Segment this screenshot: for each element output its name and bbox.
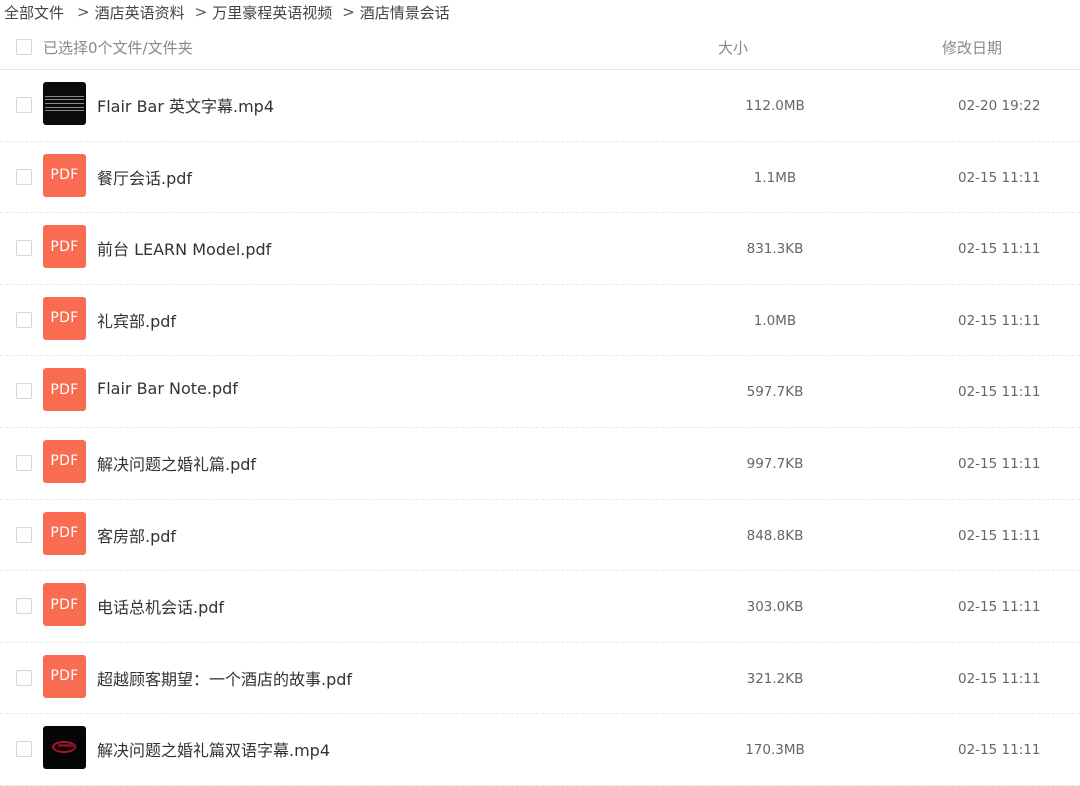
file-row[interactable]: PDF 餐厅会话.pdf 1.1MB 02-15 11:11 [0,142,1080,214]
breadcrumb-item-current-folder[interactable]: 酒店情景会话 [360,2,450,23]
pdf-file-icon[interactable]: PDF [43,654,86,698]
file-row[interactable]: PDF 电话总机会话.pdf 303.0KB 02-15 11:11 [0,571,1080,643]
file-size: 997.7KB [746,455,804,472]
file-row[interactable]: PDF Flair Bar Note.pdf 597.7KB 02-15 11:… [0,356,1080,428]
file-size: 303.0KB [746,599,804,616]
file-name[interactable]: 电话总机会话.pdf [97,594,224,618]
file-row[interactable]: PDF 客房部.pdf 848.8KB 02-15 11:11 [0,500,1080,572]
row-checkbox[interactable] [16,526,32,543]
file-modified-date: 02-15 11:11 [958,455,1041,472]
file-list-header: 已选择0个文件/文件夹 大小 修改日期 [0,30,1080,70]
breadcrumb-item-hotel-english[interactable]: 酒店英语资料 [95,2,185,23]
file-modified-date: 02-15 11:11 [958,670,1041,687]
video-thumbnail-icon[interactable] [43,726,86,770]
file-modified-date: 02-15 11:11 [958,599,1041,616]
video-thumbnail-icon[interactable] [43,82,86,125]
file-name[interactable]: 超越顾客期望：一个酒店的故事.pdf [97,666,352,690]
breadcrumb-separator: > [77,3,90,21]
file-modified-date: 02-15 11:11 [958,312,1041,329]
file-modified-date: 02-20 19:22 [958,98,1041,114]
breadcrumb-item-video-folder[interactable]: 万里豪程英语视频 [212,2,332,23]
row-checkbox[interactable] [16,97,32,113]
file-name[interactable]: 餐厅会话.pdf [97,165,192,189]
pdf-file-icon[interactable]: PDF [43,368,86,412]
breadcrumb-separator: > [342,3,355,21]
row-checkbox[interactable] [16,741,32,758]
file-list: Flair Bar 英文字幕.mp4 112.0MB 02-20 19:22 P… [0,70,1080,786]
pdf-file-icon[interactable]: PDF [43,153,86,197]
row-checkbox[interactable] [16,454,32,471]
file-size: 170.3MB [745,742,805,759]
column-header-modified-date[interactable]: 修改日期 [942,37,1002,58]
row-checkbox[interactable] [16,669,32,686]
column-header-size[interactable]: 大小 [718,37,748,58]
breadcrumb-separator: > [194,3,208,21]
pdf-file-icon[interactable]: PDF [43,511,86,555]
file-name[interactable]: 前台 LEARN Model.pdf [97,236,271,260]
file-modified-date: 02-15 11:11 [958,527,1041,544]
select-all-checkbox[interactable] [16,39,32,55]
file-size: 848.8KB [746,527,804,544]
file-modified-date: 02-15 11:11 [958,169,1041,186]
file-size: 112.0MB [745,98,805,114]
pdf-file-icon[interactable]: PDF [43,583,86,627]
row-checkbox[interactable] [16,598,32,615]
breadcrumb: 全部文件 > 酒店英语资料 > 万里豪程英语视频 > 酒店情景会话 [4,1,450,23]
selection-count-label: 已选择0个文件/文件夹 [43,39,193,57]
file-size: 597.7KB [746,384,804,401]
file-size: 321.2KB [746,670,804,687]
file-size: 1.1MB [753,169,797,186]
row-checkbox[interactable] [16,168,32,185]
file-name[interactable]: Flair Bar Note.pdf [97,379,238,398]
pdf-file-icon[interactable]: PDF [43,296,86,340]
row-checkbox[interactable] [16,311,32,328]
file-modified-date: 02-15 11:11 [958,384,1041,401]
file-size: 1.0MB [753,312,797,329]
pdf-file-icon[interactable]: PDF [43,439,86,483]
file-row[interactable]: Flair Bar 英文字幕.mp4 112.0MB 02-20 19:22 [0,70,1080,142]
file-row[interactable]: PDF 超越顾客期望：一个酒店的故事.pdf 321.2KB 02-15 11:… [0,643,1080,715]
file-name[interactable]: 礼宾部.pdf [97,308,176,332]
file-row[interactable]: PDF 礼宾部.pdf 1.0MB 02-15 11:11 [0,285,1080,357]
file-size: 831.3KB [746,241,804,258]
file-row[interactable]: 解决问题之婚礼篇双语字幕.mp4 170.3MB 02-15 11:11 [0,714,1080,786]
file-modified-date: 02-15 11:11 [958,742,1041,759]
file-name[interactable]: Flair Bar 英文字幕.mp4 [97,93,274,117]
breadcrumb-item-all-files[interactable]: 全部文件 [4,2,64,23]
pdf-file-icon[interactable]: PDF [43,225,86,269]
file-name[interactable]: 解决问题之婚礼篇双语字幕.mp4 [97,737,330,761]
row-checkbox[interactable] [16,383,32,400]
file-row[interactable]: PDF 解决问题之婚礼篇.pdf 997.7KB 02-15 11:11 [0,428,1080,500]
file-name[interactable]: 客房部.pdf [97,523,176,547]
file-name[interactable]: 解决问题之婚礼篇.pdf [97,451,256,475]
file-row[interactable]: PDF 前台 LEARN Model.pdf 831.3KB 02-15 11:… [0,213,1080,285]
row-checkbox[interactable] [16,240,32,257]
file-modified-date: 02-15 11:11 [958,241,1041,258]
